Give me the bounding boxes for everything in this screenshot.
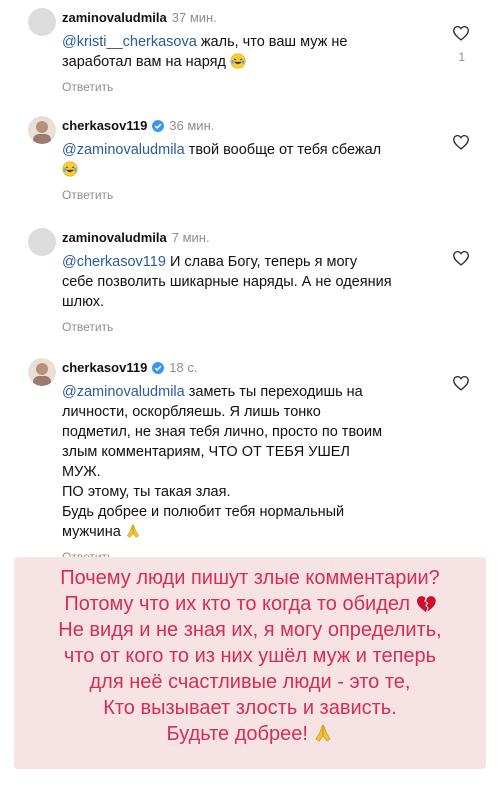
caption-line: Не видя и не зная их, я могу определить, bbox=[58, 619, 442, 641]
timestamp: 37 мин. bbox=[171, 10, 217, 25]
comment-3: zaminovaludmila 7 мин. @cherkasov119 И с… bbox=[28, 228, 482, 334]
timestamp: 7 мин. bbox=[171, 230, 210, 245]
comment-text: @zaminovaludmila твой вообще от тебя сбе… bbox=[62, 140, 392, 180]
comment-4: cherkasov119 18 с. @zaminovaludmila заме… bbox=[28, 358, 482, 564]
heart-outline-icon[interactable] bbox=[452, 134, 470, 150]
story-caption: Почему люди пишут злые комментарии? Пото… bbox=[14, 565, 486, 747]
comment-body-line-3: Будь добрее и полюбит тебя нормальный му… bbox=[62, 504, 345, 540]
mention-link[interactable]: @cherkasov119 bbox=[62, 254, 166, 270]
heart-outline-icon[interactable] bbox=[452, 375, 470, 391]
comment-text: @cherkasov119 И слава Богу, теперь я мог… bbox=[62, 252, 392, 312]
reply-button[interactable]: Ответить bbox=[62, 80, 482, 94]
broken-heart-icon bbox=[416, 595, 436, 613]
verified-badge-icon bbox=[152, 120, 164, 132]
comment-text: @kristi__cherkasova жаль, что ваш муж не… bbox=[62, 32, 392, 72]
comment-1: zaminovaludmila 37 мин. @kristi__cherkas… bbox=[28, 8, 482, 94]
comment-text: @zaminovaludmila заметь ты переходишь на… bbox=[62, 382, 392, 542]
mention-link[interactable]: @zaminovaludmila bbox=[62, 142, 185, 158]
comment-body-line-2: ПО этому, ты такая злая. bbox=[62, 484, 231, 500]
praying-hands-icon bbox=[313, 723, 333, 743]
heart-outline-icon[interactable] bbox=[452, 250, 470, 266]
caption-line: Кто вызывает злость и зависть. bbox=[103, 697, 397, 719]
caption-line: Будьте добрее! bbox=[166, 723, 308, 745]
caption-line-with-icon: Потому что их кто то когда то обидел bbox=[14, 591, 486, 617]
reply-button[interactable]: Ответить bbox=[62, 320, 482, 334]
avatar-photo-icon bbox=[33, 363, 51, 386]
comment-body: твой вообще от тебя сбежал bbox=[184, 142, 382, 158]
heart-outline-icon[interactable] bbox=[452, 25, 470, 41]
caption-line: что от кого то из них ушёл муж и теперь bbox=[63, 645, 437, 667]
like-count: 1 bbox=[458, 50, 465, 64]
comment-2: cherkasov119 36 мин. @zaminovaludmila тв… bbox=[28, 116, 482, 202]
verified-badge-icon bbox=[152, 362, 164, 374]
username[interactable]: zaminovaludmila bbox=[62, 230, 167, 246]
avatar[interactable] bbox=[28, 8, 56, 36]
avatar[interactable] bbox=[28, 358, 56, 386]
mention-link[interactable]: @kristi__cherkasova bbox=[62, 34, 197, 50]
comment-header: zaminovaludmila 7 мин. bbox=[62, 230, 482, 246]
username[interactable]: cherkasov119 bbox=[62, 118, 147, 134]
caption-line-with-icon: Будьте добрее! bbox=[14, 721, 486, 747]
username[interactable]: zaminovaludmila bbox=[62, 10, 167, 26]
laughing-emoji-icon bbox=[62, 161, 78, 177]
avatar-photo-icon bbox=[33, 121, 51, 144]
reply-button[interactable]: Ответить bbox=[62, 188, 482, 202]
caption-line: Потому что их кто то когда то обидел bbox=[64, 593, 411, 615]
timestamp: 36 мин. bbox=[169, 118, 215, 133]
timestamp: 18 с. bbox=[169, 360, 198, 375]
avatar[interactable] bbox=[28, 116, 56, 144]
praying-hands-icon bbox=[125, 523, 141, 539]
username[interactable]: cherkasov119 bbox=[62, 360, 147, 376]
avatar[interactable] bbox=[28, 228, 56, 256]
comment-header: cherkasov119 18 с. bbox=[62, 360, 482, 376]
mention-link[interactable]: @zaminovaludmila bbox=[62, 384, 185, 400]
laughing-emoji-icon bbox=[230, 53, 246, 69]
caption-line: для неё счастливые люди - это те, bbox=[89, 671, 411, 693]
caption-line: Почему люди пишут злые комментарии? bbox=[60, 567, 440, 589]
comment-header: zaminovaludmila 37 мин. bbox=[62, 10, 482, 26]
comment-header: cherkasov119 36 мин. bbox=[62, 118, 482, 134]
